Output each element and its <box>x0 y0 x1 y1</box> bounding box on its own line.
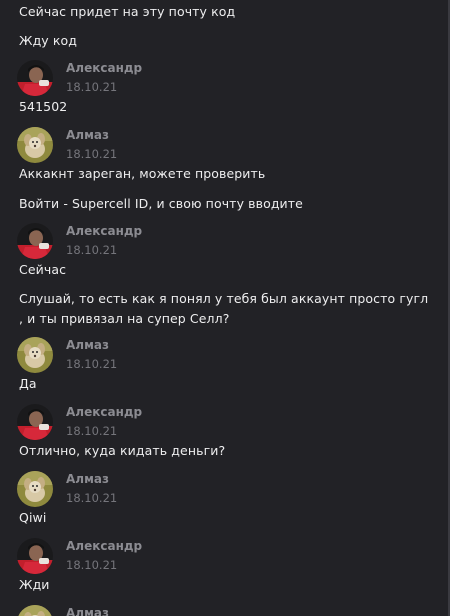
author-name[interactable]: Алмаз <box>66 337 109 353</box>
message-header: Александр 18.10.21 <box>17 223 317 263</box>
message-date: 18.10.21 <box>66 491 118 505</box>
message-date: 18.10.21 <box>66 558 118 572</box>
message-text: Сейчас придет на эту почту код <box>19 4 236 19</box>
message-text: Слушай, то есть как я понял у тебя был а… <box>19 291 429 326</box>
message-text: 541502 <box>19 99 68 114</box>
avatar-man-icon[interactable] <box>17 404 53 440</box>
message-header: Александр 18.10.21 <box>17 404 317 444</box>
author-name[interactable]: Алмаз <box>66 471 109 487</box>
message-header: Алмаз 18.10.21 <box>17 337 317 377</box>
avatar-dog-icon[interactable] <box>17 127 53 163</box>
message-text: Сейчас <box>19 262 67 277</box>
message-text: Жду код <box>19 33 78 48</box>
message-text: Аккакнт зареган, можете проверить <box>19 166 266 181</box>
author-name[interactable]: Алмаз <box>66 605 109 616</box>
message-text: Qiwi <box>19 510 47 525</box>
message-header: Александр 18.10.21 <box>17 60 317 100</box>
message-date: 18.10.21 <box>66 424 118 438</box>
message-header: Александр 18.10.21 <box>17 538 317 578</box>
author-name[interactable]: Александр <box>66 538 142 554</box>
message-date: 18.10.21 <box>66 147 118 161</box>
avatar-dog-icon[interactable] <box>17 471 53 507</box>
avatar-man-icon[interactable] <box>17 60 53 96</box>
message-header: Алмаз 18.10.21 <box>17 471 317 511</box>
author-name[interactable]: Александр <box>66 60 142 76</box>
message-header: Алмаз 18.10.21 <box>17 127 317 167</box>
author-name[interactable]: Александр <box>66 404 142 420</box>
message-text: Отлично, куда кидать деньги? <box>19 443 226 458</box>
author-name[interactable]: Алмаз <box>66 127 109 143</box>
author-name[interactable]: Александр <box>66 223 142 239</box>
avatar-dog-icon[interactable] <box>17 337 53 373</box>
avatar-man-icon[interactable] <box>17 223 53 259</box>
message-header: Алмаз <box>17 605 317 616</box>
message-date: 18.10.21 <box>66 357 118 371</box>
message-text: Войти - Supercell ID, и свою почту вводи… <box>19 196 303 211</box>
message-text: Да <box>19 376 37 391</box>
avatar-dog-icon[interactable] <box>17 605 53 616</box>
message-text: Жди <box>19 577 50 592</box>
message-date: 18.10.21 <box>66 80 118 94</box>
chat-log: Сейчас придет на эту почту код Жду код А… <box>0 0 450 616</box>
message-date: 18.10.21 <box>66 243 118 257</box>
avatar-man-icon[interactable] <box>17 538 53 574</box>
